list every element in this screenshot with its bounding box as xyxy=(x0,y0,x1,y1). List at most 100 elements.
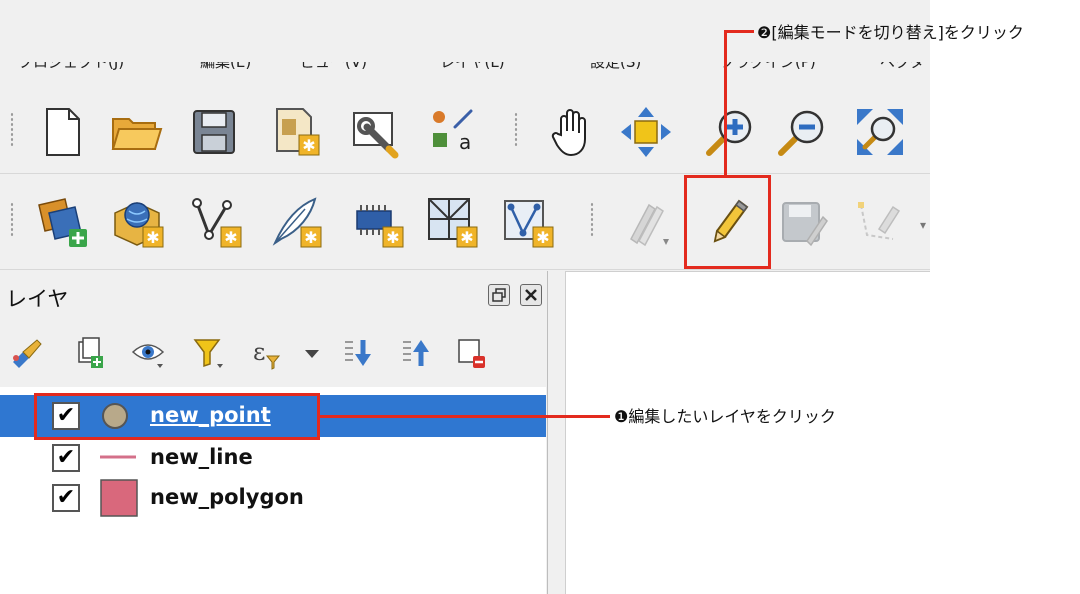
filter-legend-button[interactable] xyxy=(190,335,226,371)
layers-panel-toolbar: ε xyxy=(0,331,548,375)
expand-all-icon xyxy=(345,340,371,366)
new-print-layout-button[interactable]: ✱ xyxy=(268,104,324,160)
label-icon: a xyxy=(433,109,473,154)
svg-text:✱: ✱ xyxy=(146,228,159,247)
new-spatialite-layer-button[interactable]: ✱ xyxy=(268,194,324,250)
new-shapefile-layer-button[interactable]: ✱ xyxy=(188,194,244,250)
zoom-full-button[interactable] xyxy=(852,104,908,160)
collapse-all-icon xyxy=(403,340,429,366)
point-symbol-icon xyxy=(102,403,128,429)
layer-labeling-button[interactable]: a xyxy=(424,104,480,160)
layer-name: new_line xyxy=(150,445,253,469)
wrench-icon xyxy=(353,112,399,159)
open-project-button[interactable] xyxy=(108,104,164,160)
menu-project[interactable]: プロジェクト(J) xyxy=(18,62,124,70)
layer-row-new-line[interactable]: ✔ new_line xyxy=(0,437,546,479)
menu-layer[interactable]: レイヤ(L) xyxy=(440,62,505,70)
floppy-disk-icon xyxy=(193,110,235,154)
epsilon-filter-icon: ε xyxy=(253,338,281,370)
save-layer-edits-button[interactable] xyxy=(776,194,832,250)
style-manager-button[interactable] xyxy=(348,104,404,160)
new-temporary-layer-button[interactable]: ✱ xyxy=(350,194,406,250)
menu-plugins[interactable]: プラグイン(P) xyxy=(720,62,816,70)
zoom-full-extent-icon xyxy=(857,109,903,155)
manage-map-themes-button[interactable] xyxy=(130,335,166,371)
feather-icon: ✱ xyxy=(272,197,322,248)
new-geopackage-layer-button[interactable]: ✱ xyxy=(110,194,166,250)
layer-visibility-checkbox[interactable]: ✔ xyxy=(52,402,80,430)
zoom-out-button[interactable] xyxy=(774,104,830,160)
svg-text:ε: ε xyxy=(253,338,265,366)
filter-by-expression-button[interactable]: ε xyxy=(248,335,284,371)
toolbar-grip[interactable] xyxy=(10,112,14,148)
shapefile-vertex-icon: ✱ xyxy=(192,198,242,248)
new-project-button[interactable] xyxy=(34,104,90,160)
layers-panel: レイヤ ε ✔ new_point ✔ new_line ✔ new_polyg… xyxy=(0,271,548,594)
polygon-symbol-icon xyxy=(100,479,138,517)
menu-edit[interactable]: 編集(E) xyxy=(200,62,251,70)
pan-map-button[interactable] xyxy=(546,104,602,160)
digitize-tool-button[interactable] xyxy=(852,194,908,250)
layer-tree: ✔ new_point ✔ new_line ✔ new_polygon xyxy=(0,387,546,594)
layer-visibility-checkbox[interactable]: ✔ xyxy=(52,444,80,472)
data-source-manager-button[interactable] xyxy=(34,194,90,250)
layer-row-new-polygon[interactable]: ✔ new_polygon xyxy=(0,477,546,519)
funnel-icon xyxy=(193,339,223,368)
save-edits-icon xyxy=(782,202,828,247)
zoom-in-button[interactable] xyxy=(702,104,758,160)
close-icon xyxy=(525,289,537,301)
multiple-pencils-icon xyxy=(630,203,669,247)
eye-icon xyxy=(131,344,165,368)
pan-to-selection-button[interactable] xyxy=(618,104,674,160)
map-canvas[interactable] xyxy=(565,271,930,594)
layer-name: new_point xyxy=(150,403,271,427)
toolbar-grip[interactable] xyxy=(514,112,518,148)
new-virtual-layer-button[interactable]: ✱ xyxy=(424,194,480,250)
layer-visibility-checkbox[interactable]: ✔ xyxy=(52,484,80,512)
undock-panel-button[interactable] xyxy=(488,284,510,306)
svg-text:a: a xyxy=(459,130,471,154)
qgis-window: プロジェクト(J) 編集(E) ビュー(V) レイヤ(L) 設定(S) プラグイ… xyxy=(0,0,930,594)
memory-chip-icon: ✱ xyxy=(356,205,404,248)
menu-vector[interactable]: ベクタ xyxy=(880,62,924,70)
remove-layer-icon xyxy=(458,339,485,368)
add-group-button[interactable] xyxy=(72,335,108,371)
toggle-editing-button[interactable] xyxy=(700,194,756,250)
svg-text:✱: ✱ xyxy=(224,228,237,247)
close-panel-button[interactable] xyxy=(520,284,542,306)
digitize-node-icon xyxy=(858,202,901,240)
zoom-out-icon xyxy=(778,110,824,156)
toolbar-overflow-icon[interactable]: ▾ xyxy=(920,218,930,232)
expand-all-button[interactable] xyxy=(340,335,376,371)
svg-text:✱: ✱ xyxy=(302,136,315,155)
layer-row-new-point[interactable]: ✔ new_point xyxy=(0,395,546,437)
menu-settings[interactable]: 設定(S) xyxy=(590,62,641,70)
toolbar-grip[interactable] xyxy=(10,202,14,238)
filter-options-dropdown[interactable] xyxy=(294,335,330,371)
zoom-in-icon xyxy=(706,110,752,156)
float-window-icon xyxy=(492,288,506,302)
layer-name: new_polygon xyxy=(150,485,304,509)
current-edits-button[interactable] xyxy=(618,194,674,250)
menubar: プロジェクト(J) 編集(E) ビュー(V) レイヤ(L) 設定(S) プラグイ… xyxy=(0,62,930,88)
menu-view[interactable]: ビュー(V) xyxy=(300,62,367,70)
svg-text:✱: ✱ xyxy=(304,228,317,247)
pencil-icon xyxy=(713,199,749,243)
toolbar-grip[interactable] xyxy=(590,202,594,238)
add-group-icon xyxy=(78,337,103,368)
new-mesh-layer-button[interactable]: ✱ xyxy=(500,194,556,250)
remove-layer-button[interactable] xyxy=(454,335,490,371)
open-layer-styling-button[interactable] xyxy=(8,335,44,371)
collapse-all-button[interactable] xyxy=(398,335,434,371)
line-symbol-icon xyxy=(100,455,136,459)
pan-arrows-icon xyxy=(621,107,671,157)
layers-panel-title: レイヤ xyxy=(6,287,69,311)
dropdown-arrow-icon xyxy=(305,350,319,358)
mesh-layer-icon: ✱ xyxy=(504,200,554,248)
svg-text:✱: ✱ xyxy=(536,228,549,247)
save-project-button[interactable] xyxy=(186,104,242,160)
data-source-manager-icon xyxy=(38,198,87,247)
folder-icon xyxy=(111,118,163,150)
project-toolbar: ✱ a xyxy=(0,88,930,174)
paint-brush-icon xyxy=(13,339,42,368)
